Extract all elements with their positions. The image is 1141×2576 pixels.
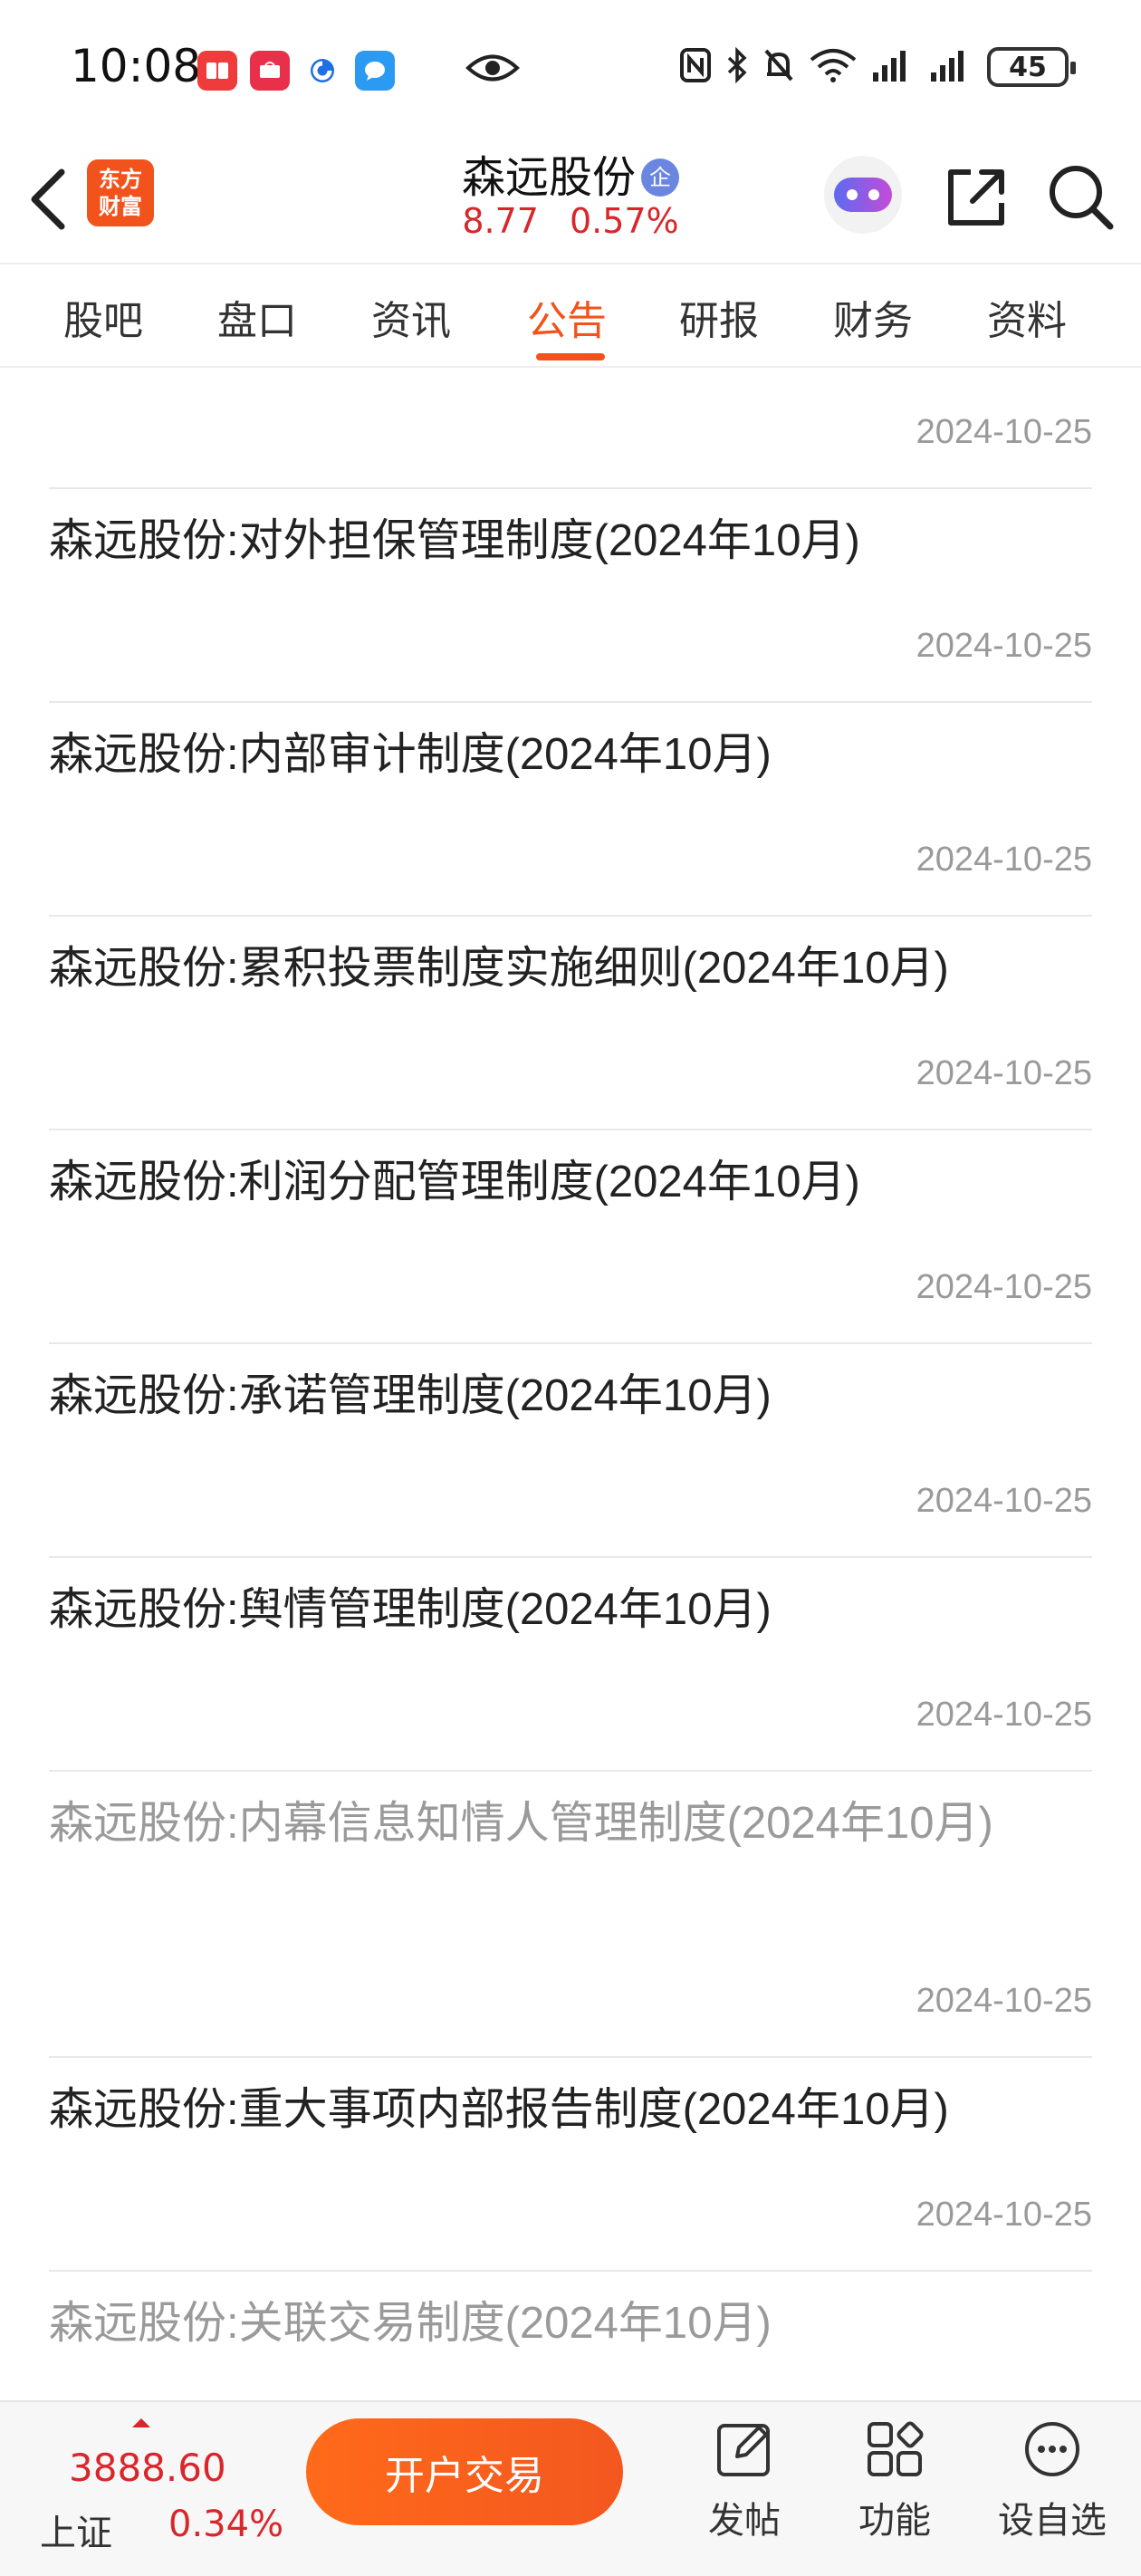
announcement-title: 森远股份:内幕信息知情人管理制度(2024年10月) [49, 1799, 993, 1848]
caret-up-icon [132, 2418, 150, 2427]
open-trade-button[interactable]: 开户交易 [306, 2418, 623, 2525]
status-time: 10:08 [71, 40, 202, 92]
list-item[interactable]: 森远股份:对外担保管理制度(2024年10月) 2024-10-25 [49, 489, 1092, 703]
index-name[interactable]: 上证 [40, 2504, 112, 2556]
announcement-date: 2024-10-25 [916, 1054, 1092, 1092]
status-indicators: 45 [679, 46, 1076, 87]
tab-bar: 股吧 盘口 资讯 公告 研报 财务 资料 [0, 263, 1141, 368]
list-item[interactable]: 森远股份:舆情管理制度(2024年10月) 2024-10-25 [49, 1558, 1092, 1772]
functions-button[interactable]: 功能 [840, 2418, 949, 2543]
stock-change: 0.57% [569, 201, 679, 241]
index-change[interactable]: 0.34% [168, 2504, 283, 2545]
add-watchlist-label: 设自选 [998, 2500, 1107, 2542]
index-value[interactable]: 3888.60 [69, 2446, 226, 2490]
announcement-title: 森远股份:累积投票制度实施细则(2024年10月) [49, 944, 949, 993]
announcement-date: 2024-10-25 [916, 1696, 1092, 1734]
stock-header: 东方 财富 森远股份企 8.77 0.57% [0, 136, 1141, 263]
search-button[interactable] [1045, 161, 1117, 237]
tab-news[interactable]: 资讯 [371, 288, 451, 346]
search-icon [1050, 166, 1114, 230]
list-item[interactable]: 森远股份:重大事项内部报告制度(2024年10月) 2024-10-25 [49, 2058, 1092, 2272]
list-item[interactable]: 森远股份:关联交易制度(2024年10月) [49, 2272, 1092, 2400]
more-icon [1025, 2422, 1079, 2476]
tab-reports[interactable]: 研报 [679, 288, 759, 346]
add-watchlist-button[interactable]: 设自选 [998, 2418, 1107, 2543]
wifi-icon [810, 47, 857, 87]
announcement-title: 森远股份:重大事项内部报告制度(2024年10月) [49, 2085, 949, 2134]
announcement-date: 2024-10-25 [916, 1482, 1092, 1520]
signal-icon [871, 47, 915, 87]
status-bar: 10:08 45 [0, 0, 1141, 136]
nfc-icon [679, 47, 712, 87]
announcement-title: 森远股份:关联交易制度(2024年10月) [49, 2299, 772, 2348]
announcement-title: 森远股份:利润分配管理制度(2024年10月) [49, 1158, 860, 1206]
tab-pankou[interactable]: 盘口 [217, 288, 297, 346]
list-item[interactable]: 森远股份:内幕信息知情人管理制度(2024年10月) 2024-10-25 [49, 1772, 1092, 2058]
signal-icon [929, 47, 973, 87]
enterprise-badge: 企 [641, 159, 679, 197]
list-item[interactable]: 2024-10-25 [49, 368, 1092, 489]
announcement-list: 2024-10-25 森远股份:对外担保管理制度(2024年10月) 2024-… [0, 368, 1141, 2400]
huawei-icon [250, 51, 290, 91]
announcement-date: 2024-10-25 [916, 1268, 1092, 1306]
list-item[interactable]: 森远股份:承诺管理制度(2024年10月) 2024-10-25 [49, 1344, 1092, 1558]
announcement-date: 2024-10-25 [916, 627, 1092, 665]
grid-icon [868, 2421, 924, 2476]
post-button[interactable]: 发帖 [690, 2418, 799, 2543]
announcement-title: 森远股份:承诺管理制度(2024年10月) [49, 1371, 772, 1420]
announcement-date: 2024-10-25 [916, 2196, 1092, 2234]
bottom-bar: 3888.60 上证 0.34% 开户交易 发帖 功能 设自选 [0, 2400, 1141, 2576]
stock-name: 森远股份 [461, 152, 636, 203]
announcement-title: 森远股份:内部审计制度(2024年10月) [49, 730, 772, 779]
ai-assistant-button[interactable] [824, 156, 902, 234]
functions-label: 功能 [858, 2500, 931, 2542]
bluetooth-icon [726, 46, 748, 87]
edit-icon [717, 2424, 770, 2476]
eye-icon [465, 53, 520, 87]
mute-icon [762, 47, 795, 87]
active-tab-indicator [536, 353, 605, 360]
announcement-date: 2024-10-25 [916, 841, 1092, 879]
share-icon [948, 169, 1004, 226]
message-icon [355, 51, 395, 91]
robot-icon [834, 178, 892, 212]
announcement-title: 森远股份:舆情管理制度(2024年10月) [49, 1585, 772, 1634]
browser-icon [302, 51, 342, 91]
list-item[interactable]: 森远股份:利润分配管理制度(2024年10月) 2024-10-25 [49, 1130, 1092, 1344]
tab-announcements[interactable]: 公告 [527, 288, 607, 346]
tab-finance[interactable]: 财务 [833, 288, 913, 346]
stock-price: 8.77 [462, 201, 539, 241]
share-button[interactable] [942, 163, 1011, 235]
xiaohongshu-icon [197, 51, 237, 91]
list-item[interactable]: 森远股份:内部审计制度(2024年10月) 2024-10-25 [49, 703, 1092, 917]
list-item[interactable]: 森远股份:累积投票制度实施细则(2024年10月) 2024-10-25 [49, 917, 1092, 1130]
status-app-icons [197, 51, 395, 91]
battery-indicator: 45 [987, 47, 1076, 87]
announcement-date: 2024-10-25 [916, 1982, 1092, 2020]
announcement-date: 2024-10-25 [916, 413, 1092, 451]
post-label: 发帖 [708, 2500, 781, 2542]
announcement-title: 森远股份:对外担保管理制度(2024年10月) [49, 516, 860, 565]
tab-profile[interactable]: 资料 [987, 288, 1067, 346]
tab-guba[interactable]: 股吧 [63, 288, 143, 346]
